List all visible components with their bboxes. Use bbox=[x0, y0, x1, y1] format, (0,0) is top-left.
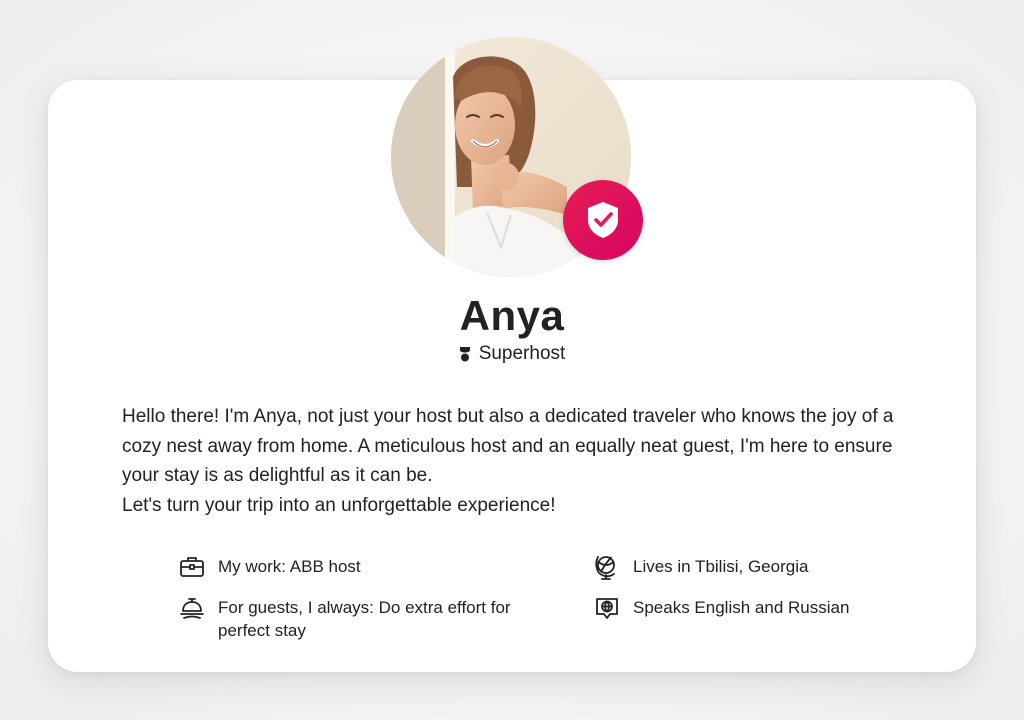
host-name: Anya bbox=[459, 292, 565, 339]
superhost-ribbon-icon bbox=[459, 346, 471, 362]
speech-globe-icon bbox=[593, 594, 621, 622]
shield-check-icon bbox=[588, 202, 618, 238]
host-role: Superhost bbox=[0, 343, 1024, 365]
fact-location: Lives in Tbilisi, Georgia bbox=[593, 555, 953, 581]
bio-paragraph: Let's turn your trip into an unforgettab… bbox=[122, 494, 556, 516]
room-service-bell-icon bbox=[178, 594, 206, 622]
fact-languages: Speaks English and Russian bbox=[593, 596, 953, 622]
fact-work-text: My work: ABB host bbox=[218, 557, 361, 576]
fact-work: My work: ABB host bbox=[178, 555, 538, 581]
globe-stand-icon bbox=[593, 553, 621, 581]
avatar-container bbox=[391, 37, 643, 277]
briefcase-icon bbox=[178, 553, 206, 581]
fact-languages-text: Speaks English and Russian bbox=[633, 598, 850, 617]
fact-guests: For guests, I always: Do extra effort fo… bbox=[178, 596, 538, 642]
bio-paragraph: Hello there! I'm Anya, not just your hos… bbox=[122, 406, 894, 486]
fact-location-text: Lives in Tbilisi, Georgia bbox=[633, 557, 809, 576]
host-role-label: Superhost bbox=[478, 343, 566, 364]
superhost-badge bbox=[563, 180, 643, 260]
host-bio: Hello there! I'm Anya, not just your hos… bbox=[122, 402, 922, 520]
fact-guests-text: For guests, I always: Do extra effort fo… bbox=[218, 598, 511, 640]
